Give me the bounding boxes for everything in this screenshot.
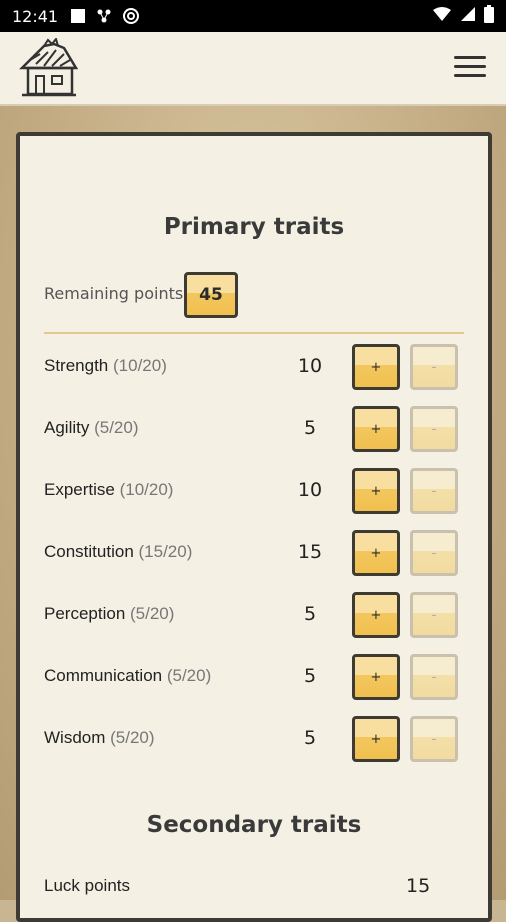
trait-name: Communication (5/20) <box>44 666 211 686</box>
trait-range: (5/20) <box>110 728 155 747</box>
trait-name: Expertise (10/20) <box>44 480 173 500</box>
traits-card: Primary traits Remaining points 45 Stren… <box>16 132 492 922</box>
trait-range: (5/20) <box>166 666 212 685</box>
luck-points-value: 15 <box>406 875 431 897</box>
increase-button[interactable]: + <box>352 654 400 700</box>
signal-icon <box>460 6 476 26</box>
primary-traits-title: Primary traits <box>163 214 345 240</box>
decrease-button[interactable]: - <box>410 716 458 762</box>
square-icon <box>70 8 86 24</box>
trait-label: Strength <box>44 356 109 375</box>
divider <box>44 332 464 334</box>
trait-label: Perception <box>44 604 126 623</box>
secondary-traits-title: Secondary traits <box>146 812 362 838</box>
remaining-points-label: Remaining points <box>44 284 184 303</box>
trait-row: Constitution (15/20) 15 + - <box>20 528 488 578</box>
trait-label: Expertise <box>44 480 115 499</box>
trait-range: (5/20) <box>130 604 175 623</box>
increase-button[interactable]: + <box>352 592 400 638</box>
trait-value: 5 <box>303 727 317 749</box>
trait-name: Perception (5/20) <box>44 604 174 624</box>
trait-label: Communication <box>44 666 163 685</box>
trait-label: Constitution <box>44 542 134 561</box>
status-time: 12:41 <box>12 6 59 26</box>
trait-row: Communication (5/20) 5 + - <box>20 652 488 702</box>
decrease-button[interactable]: - <box>410 406 458 452</box>
trait-range: (10/20) <box>113 356 167 375</box>
trait-row: Expertise (10/20) 10 + - <box>20 466 488 516</box>
trait-name: Constitution (15/20) <box>44 542 192 562</box>
house-logo-icon[interactable] <box>18 36 80 102</box>
trait-value: 5 <box>303 417 317 439</box>
trait-label: Agility <box>44 418 90 437</box>
increase-button[interactable]: + <box>352 468 400 514</box>
trait-range: (10/20) <box>119 480 174 499</box>
trait-range: (5/20) <box>94 418 139 437</box>
app-header <box>0 32 506 106</box>
status-bar: 12:41 <box>0 0 506 32</box>
trait-row: Agility (5/20) 5 + - <box>20 404 488 454</box>
trait-label: Wisdom <box>44 728 106 747</box>
vpn-icon <box>122 7 140 25</box>
decrease-button[interactable]: - <box>410 468 458 514</box>
trait-value: 15 <box>297 541 323 563</box>
decrease-button[interactable]: - <box>410 344 458 390</box>
trait-name: Agility (5/20) <box>44 418 139 438</box>
trait-range: (15/20) <box>138 542 193 561</box>
trait-value: 10 <box>297 479 323 501</box>
decrease-button[interactable]: - <box>410 592 458 638</box>
battery-icon <box>484 5 494 27</box>
luck-points-row: Luck points 15 <box>20 872 488 902</box>
trait-value: 5 <box>303 665 317 687</box>
decrease-button[interactable]: - <box>410 530 458 576</box>
trait-value: 10 <box>297 355 323 377</box>
increase-button[interactable]: + <box>352 716 400 762</box>
increase-button[interactable]: + <box>352 530 400 576</box>
decrease-button[interactable]: - <box>410 654 458 700</box>
luck-points-label: Luck points <box>44 876 130 895</box>
trait-value: 5 <box>303 603 317 625</box>
trait-row: Strength (10/20) 10 + - <box>20 342 488 392</box>
trait-name: Wisdom (5/20) <box>44 728 155 748</box>
remaining-points-badge: 45 <box>184 272 238 318</box>
trait-row: Perception (5/20) 5 + - <box>20 590 488 640</box>
increase-button[interactable]: + <box>352 344 400 390</box>
trait-name: Strength (10/20) <box>44 356 167 376</box>
hamburger-menu-icon[interactable] <box>454 56 486 80</box>
increase-button[interactable]: + <box>352 406 400 452</box>
wifi-icon <box>432 6 452 26</box>
network-icon <box>96 8 112 24</box>
trait-row: Wisdom (5/20) 5 + - <box>20 714 488 764</box>
